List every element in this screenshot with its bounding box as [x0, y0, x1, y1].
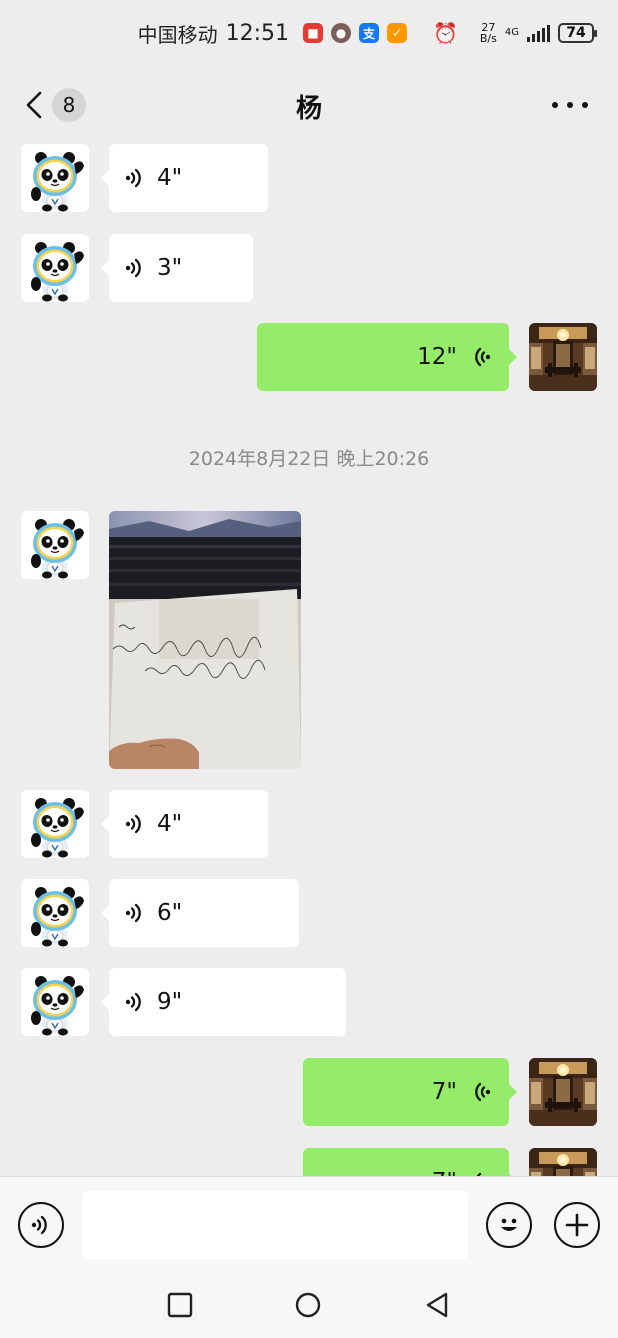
network-speed: 27 B/s	[480, 22, 497, 44]
contact-avatar[interactable]	[21, 790, 89, 858]
voice-duration: 7"	[431, 1079, 457, 1105]
voice-input-button[interactable]	[18, 1202, 64, 1248]
voice-wave-icon	[469, 1080, 493, 1104]
emoji-icon	[501, 1218, 517, 1231]
red-app-icon: ■	[302, 23, 323, 43]
orange-app-icon: ✓	[386, 23, 407, 43]
clock: 12:51	[225, 20, 289, 46]
avatar-app-icon: ●	[330, 23, 351, 43]
handwritten-note-photo	[109, 511, 301, 769]
voice-message-bubble[interactable]: 9"	[101, 968, 346, 1036]
net-speed-unit: B/s	[479, 32, 497, 45]
voice-duration: 3"	[157, 255, 183, 281]
taobao-app-icon: 支	[358, 23, 379, 43]
chat-input-bar	[0, 1176, 618, 1272]
battery-icon: 74	[558, 23, 597, 43]
my-avatar[interactable]	[529, 1058, 597, 1126]
voice-message-bubble[interactable]: 3"	[101, 234, 253, 302]
voice-wave-icon	[123, 901, 147, 925]
more-options-button[interactable]	[552, 94, 588, 116]
triangle-back-icon[interactable]	[424, 1292, 450, 1318]
voice-duration: 9"	[157, 989, 183, 1015]
voice-message-bubble[interactable]: 12"	[257, 323, 517, 391]
status-bar: 中国移动 12:51 ■ ● 支 ✓ ⏰ 27 B/s 4G 74	[0, 0, 618, 66]
voice-input-icon	[29, 1213, 53, 1237]
signal-icon	[527, 24, 550, 42]
voice-message-bubble[interactable]: 7"	[303, 1058, 517, 1126]
image-message[interactable]	[109, 511, 301, 769]
square-icon[interactable]	[167, 1292, 193, 1318]
contact-avatar[interactable]	[21, 968, 89, 1036]
chat-header: 8 杨	[0, 66, 618, 144]
voice-duration: 7"	[432, 1169, 457, 1176]
my-avatar[interactable]	[529, 1148, 597, 1176]
voice-duration: 4"	[157, 811, 183, 837]
more-dots-icon	[552, 102, 558, 108]
voice-wave-icon	[123, 812, 147, 836]
alarm-clock-icon: ⏰	[432, 21, 458, 45]
emoji-button[interactable]	[486, 1202, 532, 1248]
voice-message-bubble[interactable]: 6"	[101, 879, 299, 947]
message-timestamp: 2024年8月22日 晚上20:26	[188, 448, 430, 470]
voice-duration: 6"	[157, 900, 183, 926]
my-avatar[interactable]	[529, 323, 597, 391]
voice-wave-icon	[123, 166, 147, 190]
system-navigation-bar	[0, 1272, 618, 1338]
plus-icon	[565, 1213, 589, 1237]
voice-wave-icon	[469, 345, 493, 369]
more-functions-button[interactable]	[554, 1202, 600, 1248]
chat-title: 杨	[295, 94, 322, 124]
contact-avatar[interactable]	[21, 879, 89, 947]
battery-level: 74	[566, 25, 586, 41]
voice-message-bubble[interactable]: 4"	[101, 144, 268, 212]
network-type: 4G	[504, 27, 519, 38]
contact-avatar[interactable]	[21, 234, 89, 302]
circle-icon[interactable]	[295, 1292, 321, 1318]
carrier-name: 中国移动	[137, 22, 218, 47]
contact-avatar[interactable]	[21, 511, 89, 579]
voice-message-bubble[interactable]: 4"	[101, 790, 268, 858]
contact-avatar[interactable]	[21, 144, 89, 212]
voice-message-bubble[interactable]: 7"	[303, 1148, 517, 1176]
message-input[interactable]	[82, 1191, 468, 1259]
voice-duration: 4"	[157, 165, 183, 191]
voice-wave-icon	[123, 990, 147, 1014]
voice-duration: 12"	[417, 344, 457, 370]
voice-wave-icon	[123, 256, 147, 280]
message-list[interactable]: 4" 3" 12" 2024年8月22日 晚上20:26 4" 6" 9" 7"	[0, 144, 618, 1176]
